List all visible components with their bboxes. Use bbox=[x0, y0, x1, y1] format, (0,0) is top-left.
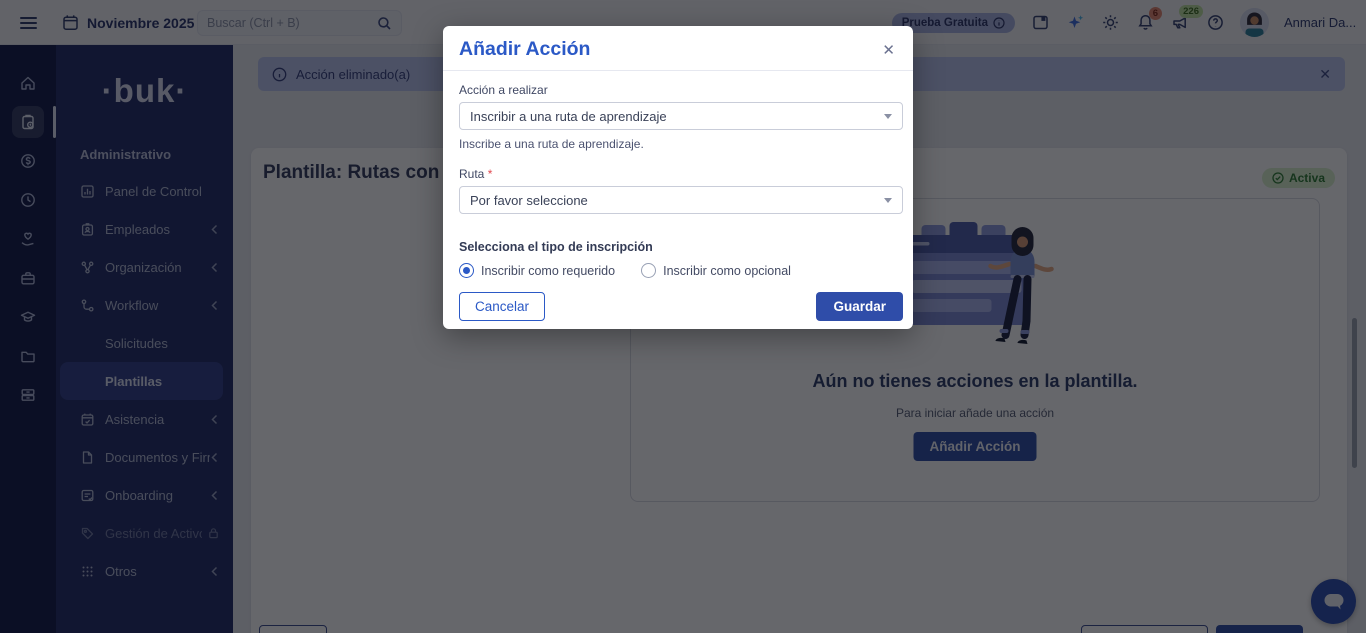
required-asterisk: * bbox=[488, 167, 493, 181]
modal-body: Acción a realizar Inscribir a una ruta d… bbox=[443, 71, 913, 321]
modal-footer: Cancelar Guardar bbox=[459, 292, 903, 321]
modal-title: Añadir Acción bbox=[459, 38, 590, 61]
enrollment-type-label: Selecciona el tipo de inscripción bbox=[459, 240, 903, 254]
buk-app-screen: Noviembre 2025 Prueba Gratuita bbox=[0, 0, 1366, 633]
radio-optional-option[interactable]: Inscribir como opcional bbox=[641, 263, 791, 278]
radio-unselected[interactable] bbox=[641, 263, 656, 278]
add-action-modal: Añadir Acción ✕ Acción a realizar Inscri… bbox=[443, 26, 913, 329]
cancel-button[interactable]: Cancelar bbox=[459, 292, 545, 321]
modal-header: Añadir Acción ✕ bbox=[443, 26, 913, 71]
action-helper-text: Inscribe a una ruta de aprendizaje. bbox=[459, 137, 903, 151]
action-field-label: Acción a realizar bbox=[459, 83, 903, 97]
radio-required-option[interactable]: Inscribir como requerido bbox=[459, 263, 615, 278]
close-icon[interactable]: ✕ bbox=[876, 39, 901, 61]
modal-save-button[interactable]: Guardar bbox=[816, 292, 903, 321]
route-select[interactable]: Por favor seleccione bbox=[459, 186, 903, 214]
chevron-down-icon bbox=[884, 198, 892, 203]
radio-selected[interactable] bbox=[459, 263, 474, 278]
route-field-label: Ruta * bbox=[459, 167, 903, 181]
chevron-down-icon bbox=[884, 114, 892, 119]
action-select[interactable]: Inscribir a una ruta de aprendizaje bbox=[459, 102, 903, 130]
enrollment-type-options: Inscribir como requerido Inscribir como … bbox=[459, 263, 903, 278]
